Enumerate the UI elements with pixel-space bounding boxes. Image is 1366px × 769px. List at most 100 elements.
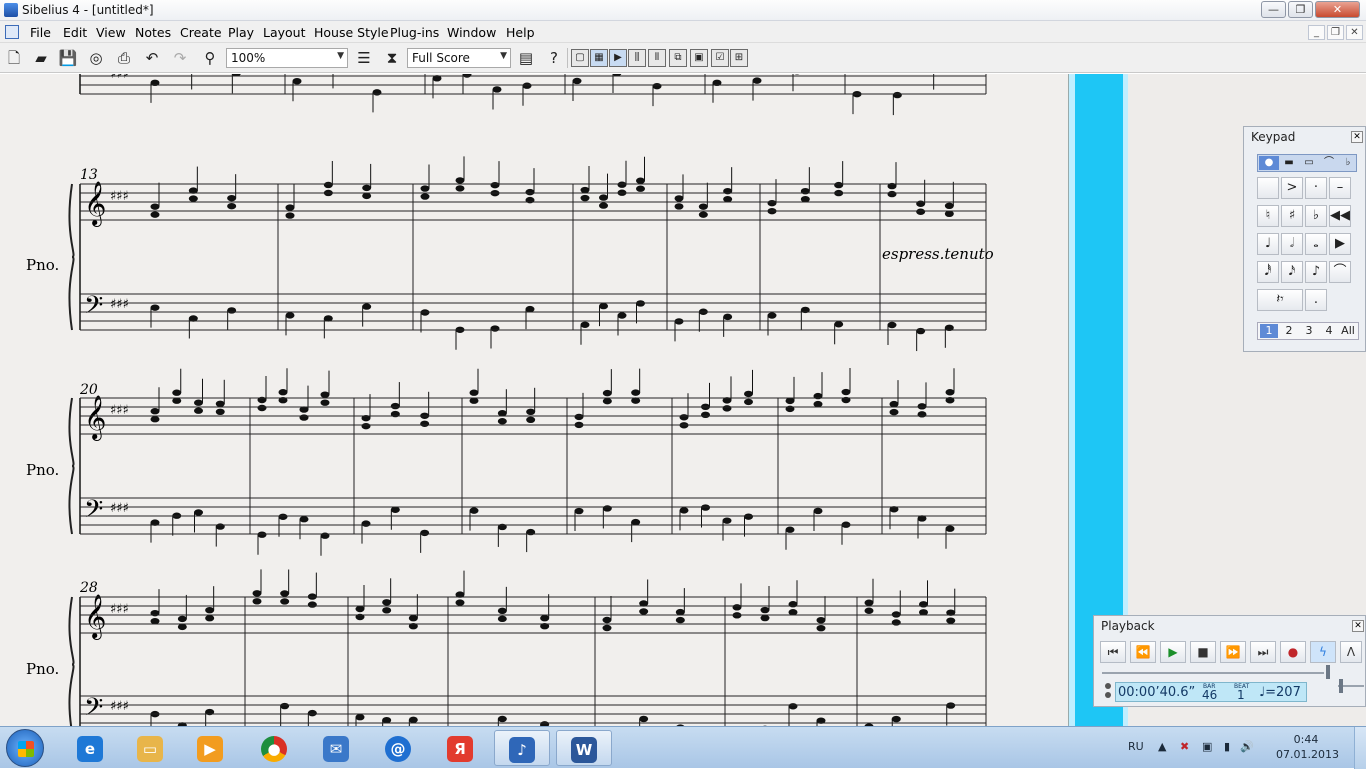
zoom-select[interactable]: 100% ▼: [226, 48, 348, 68]
go-to-end-icon[interactable]: ⏭: [1250, 641, 1276, 663]
demisemiquaver-key-icon[interactable]: 𝅘𝅥𝅰: [1257, 261, 1279, 283]
cd-icon[interactable]: ◎: [86, 48, 106, 68]
menu-view[interactable]: View: [96, 25, 126, 40]
language-indicator[interactable]: RU: [1128, 740, 1144, 753]
yandex-taskbar[interactable]: Я: [432, 730, 488, 766]
tenuto-key-icon[interactable]: –: [1329, 177, 1351, 199]
flat-key-icon[interactable]: ♭: [1305, 205, 1327, 227]
maximize-button[interactable]: ❐: [1288, 1, 1313, 18]
semiquaver-key-icon[interactable]: 𝅘𝅥𝅯: [1281, 261, 1303, 283]
navigator-icon[interactable]: ▢: [571, 49, 589, 67]
live-playback-icon[interactable]: ϟ: [1310, 641, 1336, 663]
go-to-start-icon[interactable]: ⏮: [1100, 641, 1126, 663]
menu-notes[interactable]: Notes: [135, 25, 171, 40]
menu-create[interactable]: Create: [180, 25, 222, 40]
menu-help[interactable]: Help: [506, 25, 535, 40]
device-icon[interactable]: ▣: [1202, 740, 1212, 753]
kontakt-icon[interactable]: ⫴: [648, 49, 666, 67]
minim-key-icon[interactable]: 𝅗𝅥: [1281, 233, 1303, 255]
keypad-toggle-icon[interactable]: ▦: [590, 49, 608, 67]
accidentals-tab-icon[interactable]: ♭: [1338, 156, 1358, 170]
menu-play[interactable]: Play: [228, 25, 254, 40]
accent-key-icon[interactable]: >: [1281, 177, 1303, 199]
show-hidden-icons-icon[interactable]: ▲: [1158, 740, 1166, 753]
view-select[interactable]: Full Score ▼: [407, 48, 511, 68]
expression-text[interactable]: espress.tenuto: [882, 245, 994, 263]
mdi-restore-button[interactable]: ❐: [1327, 25, 1344, 40]
play-icon[interactable]: ▶: [1160, 641, 1186, 663]
playback-position-track[interactable]: [1102, 672, 1324, 674]
print-icon[interactable]: ⎙: [114, 48, 134, 68]
keypad-empty-key[interactable]: [1257, 177, 1279, 199]
network-error-icon[interactable]: ✖: [1180, 740, 1189, 753]
undo-icon[interactable]: ↶: [142, 48, 162, 68]
video-icon[interactable]: ▣: [690, 49, 708, 67]
stop-icon[interactable]: ■: [1190, 641, 1216, 663]
word-taskbar[interactable]: W: [556, 730, 612, 766]
quaver-key-icon[interactable]: ♪: [1305, 261, 1327, 283]
minimize-button[interactable]: —: [1261, 1, 1286, 18]
sibelius-taskbar[interactable]: ♪: [494, 730, 550, 766]
chrome-taskbar[interactable]: ●: [246, 730, 302, 766]
keypad-layout-2[interactable]: 2: [1280, 324, 1298, 338]
more-notes-tab-icon[interactable]: ▬: [1279, 156, 1299, 170]
fast-forward-icon[interactable]: ⏩: [1220, 641, 1246, 663]
playback-toggle-icon[interactable]: ▶: [609, 49, 627, 67]
part-icon[interactable]: ▤: [516, 48, 536, 68]
crotchet-key-icon[interactable]: ♩: [1257, 233, 1279, 255]
playback-close-button[interactable]: ✕: [1352, 620, 1364, 632]
zoom-icon[interactable]: ⚲: [200, 48, 220, 68]
rest-key-icon[interactable]: 𝄽𝄾: [1257, 289, 1303, 311]
staccato-key-icon[interactable]: ·: [1305, 177, 1327, 199]
redo-icon[interactable]: ↷: [170, 48, 190, 68]
clock[interactable]: 0:44 07.01.2013: [1276, 732, 1336, 762]
mail-ru-taskbar[interactable]: @: [370, 730, 426, 766]
tie-key-icon[interactable]: ⌒: [1329, 261, 1351, 283]
keypad-layout-4[interactable]: 4: [1320, 324, 1338, 338]
keypad-layout-1[interactable]: 1: [1260, 324, 1278, 338]
properties-icon[interactable]: ☑: [711, 49, 729, 67]
media-player-taskbar[interactable]: ▶: [182, 730, 238, 766]
beams-tab-icon[interactable]: ▭: [1299, 156, 1319, 170]
common-notes-tab-icon[interactable]: ●: [1259, 156, 1279, 170]
semibreve-key-icon[interactable]: 𝅝: [1305, 233, 1327, 255]
previous-layout-key-icon[interactable]: ◀◀: [1329, 205, 1351, 227]
natural-key-icon[interactable]: ♮: [1257, 205, 1279, 227]
menu-file[interactable]: File: [30, 25, 51, 40]
show-desktop-button[interactable]: [1354, 727, 1366, 769]
keypad-close-button[interactable]: ✕: [1351, 131, 1363, 143]
start-button[interactable]: [6, 729, 44, 767]
playback-position-slider[interactable]: [1326, 665, 1330, 679]
new-file-icon[interactable]: 🗋: [4, 48, 24, 68]
volume-icon[interactable]: 🔊: [1240, 740, 1254, 753]
open-file-icon[interactable]: ▰: [31, 48, 51, 68]
record-icon[interactable]: ●: [1280, 641, 1306, 663]
help-icon[interactable]: ?: [544, 48, 564, 68]
explorer-taskbar[interactable]: ▭: [122, 730, 178, 766]
dot-key-icon[interactable]: .: [1305, 289, 1327, 311]
save-icon[interactable]: 💾: [58, 48, 78, 68]
menu-plug-ins[interactable]: Plug-ins: [390, 25, 439, 40]
mdi-minimize-button[interactable]: _: [1308, 25, 1325, 40]
next-layout-key-icon[interactable]: ▶: [1329, 233, 1351, 255]
rewind-icon[interactable]: ⏪: [1130, 641, 1156, 663]
mixer-icon[interactable]: ⫼: [628, 49, 646, 67]
menu-edit[interactable]: Edit: [63, 25, 87, 40]
internet-explorer-taskbar[interactable]: e: [62, 730, 118, 766]
keypad-layout-3[interactable]: 3: [1300, 324, 1318, 338]
menu-house-style[interactable]: House Style: [314, 25, 389, 40]
menu-window[interactable]: Window: [447, 25, 496, 40]
performance-icon[interactable]: Ʌ: [1340, 641, 1362, 663]
sharp-key-icon[interactable]: ♯: [1281, 205, 1303, 227]
tempo-slider-handle[interactable]: [1339, 679, 1343, 693]
list-icon[interactable]: ☰: [354, 48, 374, 68]
signal-icon[interactable]: ▮: [1224, 740, 1230, 753]
mdi-close-button[interactable]: ✕: [1346, 25, 1363, 40]
document-icon[interactable]: [5, 25, 19, 39]
keypad-layout-all[interactable]: All: [1338, 324, 1358, 338]
score-area[interactable]: ♯♯♯𝄢♯♯♯𝄞♯♯♯𝄢♯♯♯𝄞♯♯♯𝄢♯♯♯𝄞♯♯♯ 13 20 28 Pno…: [0, 74, 1068, 726]
ideas-icon[interactable]: ⊞: [730, 49, 748, 67]
focus-staves-icon[interactable]: ⧗: [382, 48, 402, 68]
menu-layout[interactable]: Layout: [263, 25, 306, 40]
mail-taskbar[interactable]: ✉: [308, 730, 364, 766]
